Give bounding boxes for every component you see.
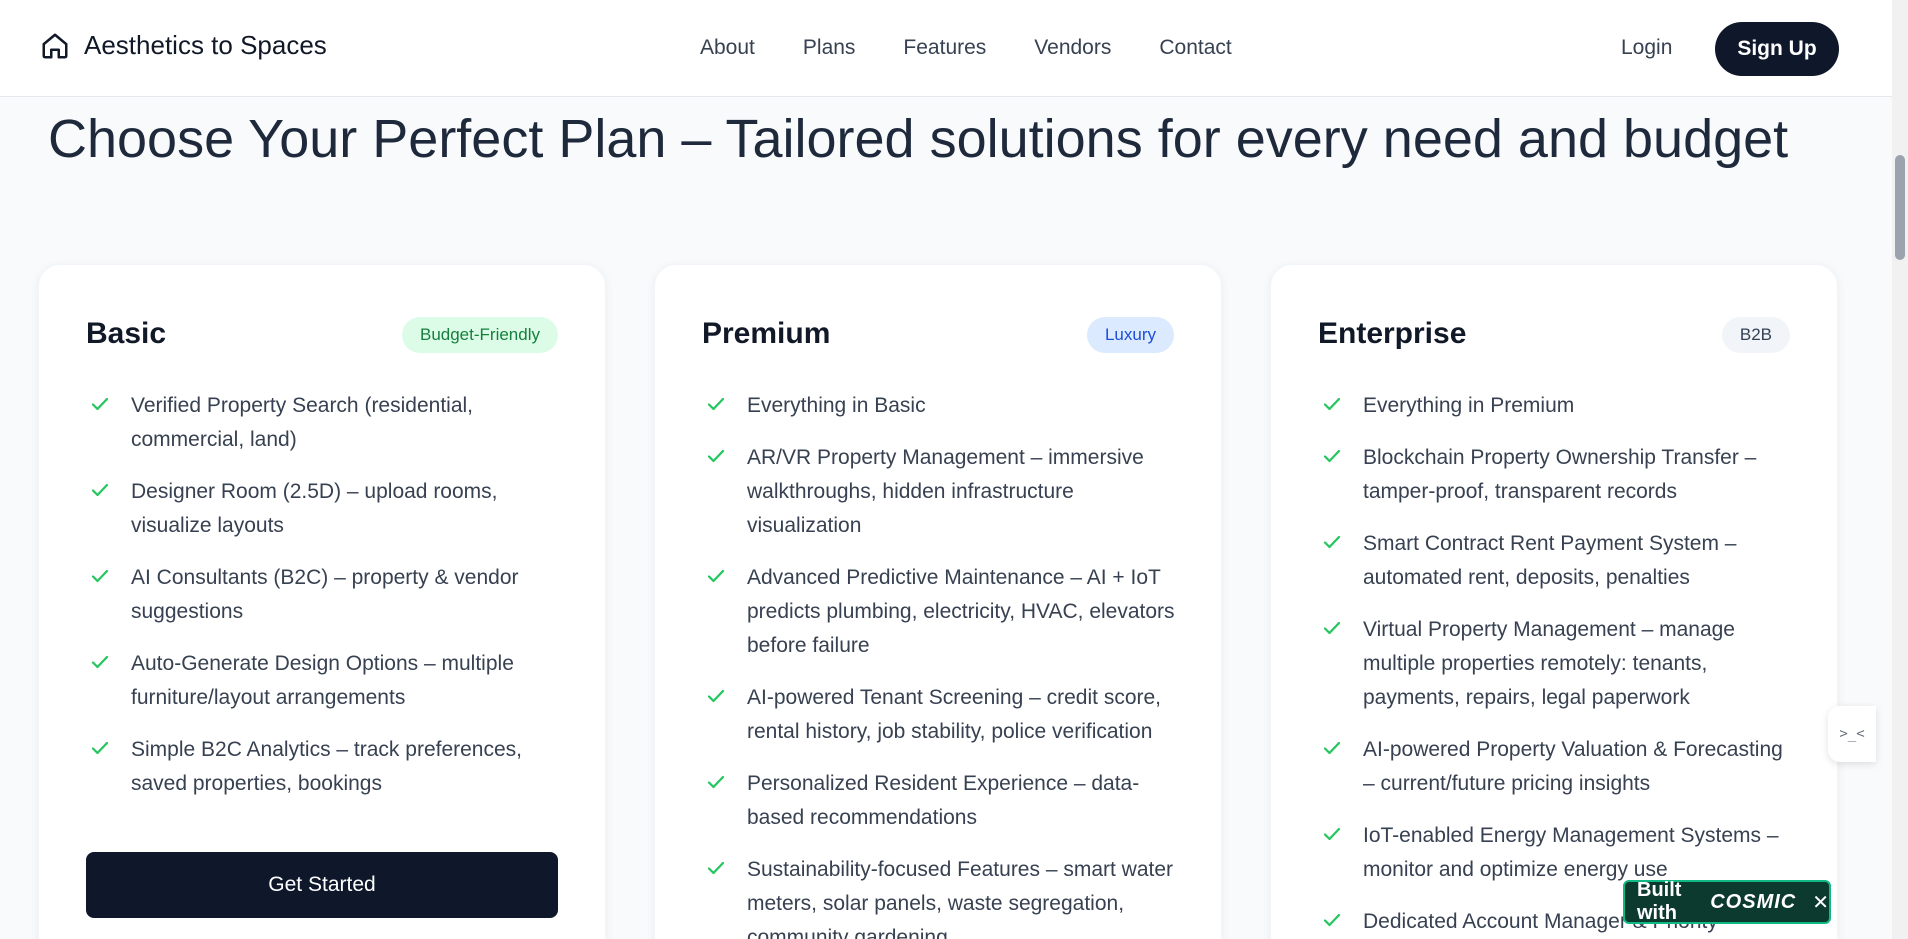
feature-text: Sustainability-focused Features – smart … (747, 858, 1174, 939)
check-icon (91, 569, 109, 583)
check-icon (91, 741, 109, 755)
check-icon (707, 449, 725, 463)
feature-item: Everything in Basic (702, 389, 1182, 423)
built-with-label: Built with (1637, 879, 1682, 924)
feature-item: Everything in Premium (1318, 389, 1798, 423)
brand-name: Aesthetics to Spaces (84, 30, 327, 60)
check-icon (707, 689, 725, 703)
plan-name: Enterprise (1318, 317, 1467, 350)
feature-item: Designer Room (2.5D) – upload rooms, vis… (86, 475, 566, 543)
cosmic-logo: COSMIC (1710, 890, 1797, 913)
plan-card-basic: Basic Budget-Friendly Verified Property … (38, 264, 606, 939)
feature-item: AR/VR Property Management – immersive wa… (702, 441, 1182, 543)
close-icon[interactable]: ✕ (1812, 890, 1829, 915)
feature-list: Verified Property Search (residential, c… (86, 389, 566, 819)
check-icon (1323, 621, 1341, 635)
built-with-cosmic-badge[interactable]: Built with COSMIC ✕ (1623, 879, 1831, 924)
check-icon (91, 483, 109, 497)
plan-card-premium: Premium Luxury Everything in Basic AR/VR … (654, 264, 1222, 939)
feature-text: Personalized Resident Experience – data-… (747, 772, 1140, 829)
feature-item: IoT-enabled Energy Management Systems – … (1318, 819, 1798, 887)
site-header: Aesthetics to Spaces About Plans Feature… (0, 0, 1892, 97)
feature-text: Designer Room (2.5D) – upload rooms, vis… (131, 480, 498, 537)
main-nav: About Plans Features Vendors Contact (700, 36, 1232, 60)
plan-badge: B2B (1721, 317, 1790, 353)
feature-text: AI-powered Tenant Screening – credit sco… (747, 686, 1162, 743)
feature-text: Everything in Basic (747, 394, 926, 417)
plan-badge: Budget-Friendly (401, 317, 558, 353)
plan-name: Basic (86, 317, 167, 350)
feature-item: AI Consultants (B2C) – property & vendor… (86, 561, 566, 629)
page-title: Choose Your Perfect Plan – Tailored solu… (48, 109, 1789, 169)
check-icon (1323, 397, 1341, 411)
feature-item: Virtual Property Management – manage mul… (1318, 613, 1798, 715)
feature-item: Advanced Predictive Maintenance – AI + I… (702, 561, 1182, 663)
nav-contact[interactable]: Contact (1159, 36, 1231, 60)
feature-item: Smart Contract Rent Payment System – aut… (1318, 527, 1798, 595)
nav-plans[interactable]: Plans (803, 36, 856, 60)
feature-item: Blockchain Property Ownership Transfer –… (1318, 441, 1798, 509)
check-icon (707, 775, 725, 789)
feature-text: AI Consultants (B2C) – property & vendor… (131, 566, 519, 623)
feature-text: AI-powered Property Valuation & Forecast… (1363, 738, 1783, 795)
check-icon (91, 397, 109, 411)
check-icon (707, 569, 725, 583)
feature-text: Smart Contract Rent Payment System – aut… (1363, 532, 1737, 589)
login-link[interactable]: Login (1621, 36, 1672, 60)
get-started-button[interactable]: Get Started (86, 852, 558, 918)
nav-features[interactable]: Features (903, 36, 986, 60)
feature-text: Everything in Premium (1363, 394, 1575, 417)
feature-list: Everything in Premium Blockchain Property… (1318, 389, 1798, 939)
nav-vendors[interactable]: Vendors (1034, 36, 1111, 60)
check-icon (707, 861, 725, 875)
feature-item: Simple B2C Analytics – track preferences… (86, 733, 566, 801)
plan-name: Premium (702, 317, 831, 350)
feature-item: AI-powered Property Valuation & Forecast… (1318, 733, 1798, 801)
feature-text: Blockchain Property Ownership Transfer –… (1363, 446, 1757, 503)
check-icon (707, 397, 725, 411)
feature-text: Virtual Property Management – manage mul… (1363, 618, 1735, 709)
scrollbar-thumb[interactable] (1895, 155, 1905, 260)
terminal-icon: >_< (1839, 726, 1865, 742)
feature-text: Advanced Predictive Maintenance – AI + I… (747, 566, 1175, 657)
home-icon (42, 33, 68, 58)
check-icon (1323, 449, 1341, 463)
brand-link[interactable]: Aesthetics to Spaces (40, 30, 327, 61)
feature-text: Verified Property Search (residential, c… (131, 394, 473, 451)
check-icon (91, 655, 109, 669)
nav-about[interactable]: About (700, 36, 755, 60)
plan-badge: Luxury (1086, 317, 1174, 353)
feature-item: Verified Property Search (residential, c… (86, 389, 566, 457)
page-scrollbar[interactable] (1892, 0, 1908, 939)
feature-text: Simple B2C Analytics – track preferences… (131, 738, 523, 795)
feature-item: AI-powered Tenant Screening – credit sco… (702, 681, 1182, 749)
check-icon (1323, 741, 1341, 755)
feature-text: AR/VR Property Management – immersive wa… (747, 446, 1144, 537)
feature-text: IoT-enabled Energy Management Systems – … (1363, 824, 1779, 881)
plan-card-enterprise: Enterprise B2B Everything in Premium Bloc… (1270, 264, 1838, 939)
feature-item: Auto-Generate Design Options – multiple … (86, 647, 566, 715)
check-icon (1323, 913, 1341, 927)
side-widget-button[interactable]: >_< (1828, 706, 1876, 762)
check-icon (1323, 827, 1341, 841)
signup-button[interactable]: Sign Up (1715, 22, 1839, 76)
feature-text: Auto-Generate Design Options – multiple … (131, 652, 514, 709)
feature-item: Sustainability-focused Features – smart … (702, 853, 1182, 939)
feature-list: Everything in Basic AR/VR Property Manage… (702, 389, 1182, 939)
check-icon (1323, 535, 1341, 549)
feature-item: Personalized Resident Experience – data-… (702, 767, 1182, 835)
